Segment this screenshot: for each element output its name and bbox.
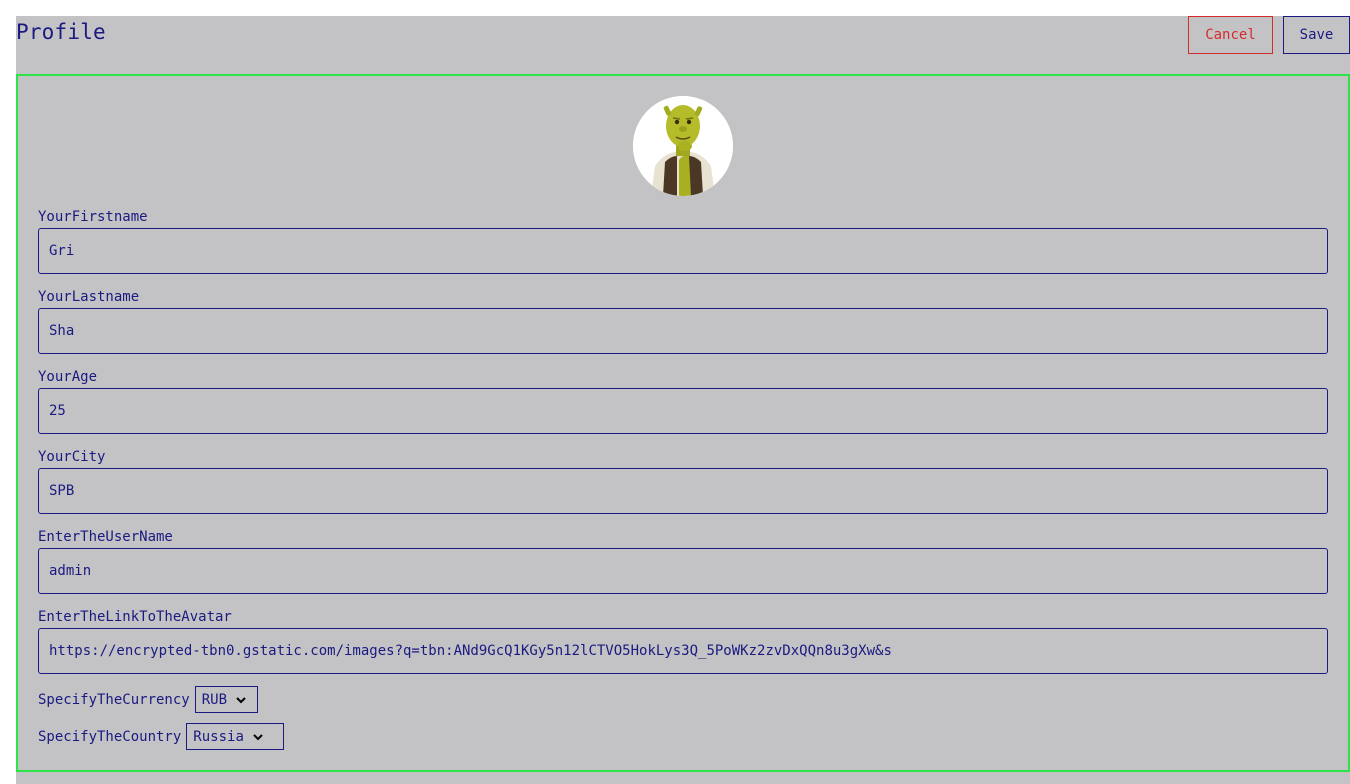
avatar-link-field: EnterTheLinkToTheAvatar [38, 608, 1328, 674]
cancel-button[interactable]: Cancel [1188, 16, 1273, 54]
currency-row: SpecifyTheCurrency RUB [38, 686, 258, 713]
save-button[interactable]: Save [1283, 16, 1350, 54]
age-field: YourAge [38, 368, 1328, 434]
avatar-link-label: EnterTheLinkToTheAvatar [38, 609, 232, 625]
country-row: SpecifyTheCountry Russia [38, 723, 285, 750]
lastname-field: YourLastname [38, 288, 1328, 354]
city-field: YourCity [38, 448, 1328, 514]
age-label: YourAge [38, 369, 98, 385]
lastname-label: YourLastname [38, 289, 140, 305]
currency-selected-value: RUB [201, 691, 228, 708]
currency-select[interactable]: RUB [194, 686, 258, 713]
profile-page: Profile Cancel Save YourFirstname Gri Yo… [16, 16, 1350, 784]
country-select[interactable]: Russia [186, 723, 285, 750]
firstname-label: YourFirstname [38, 209, 148, 225]
country-label: SpecifyTheCountry [38, 728, 182, 745]
age-input[interactable] [38, 388, 1328, 434]
country-selected-value: Russia [193, 728, 244, 745]
avatar-link-input[interactable] [38, 628, 1328, 674]
username-input[interactable] [38, 548, 1328, 594]
chevron-down-icon [236, 696, 246, 703]
header-actions: Cancel Save [1188, 16, 1350, 54]
firstname-field: YourFirstname [38, 208, 1328, 274]
ogre-avatar-icon [633, 96, 733, 196]
lastname-input[interactable] [38, 308, 1328, 354]
avatar [633, 96, 733, 196]
firstname-input[interactable] [38, 228, 1328, 274]
profile-form: YourFirstname YourLastname YourAge YourC… [16, 74, 1350, 772]
city-label: YourCity [38, 449, 106, 465]
username-label: EnterTheUserName [38, 529, 173, 545]
currency-label: SpecifyTheCurrency [38, 691, 190, 708]
username-field: EnterTheUserName [38, 528, 1328, 594]
chevron-down-icon [253, 733, 263, 740]
page-title: Profile [16, 20, 106, 44]
city-input[interactable] [38, 468, 1328, 514]
